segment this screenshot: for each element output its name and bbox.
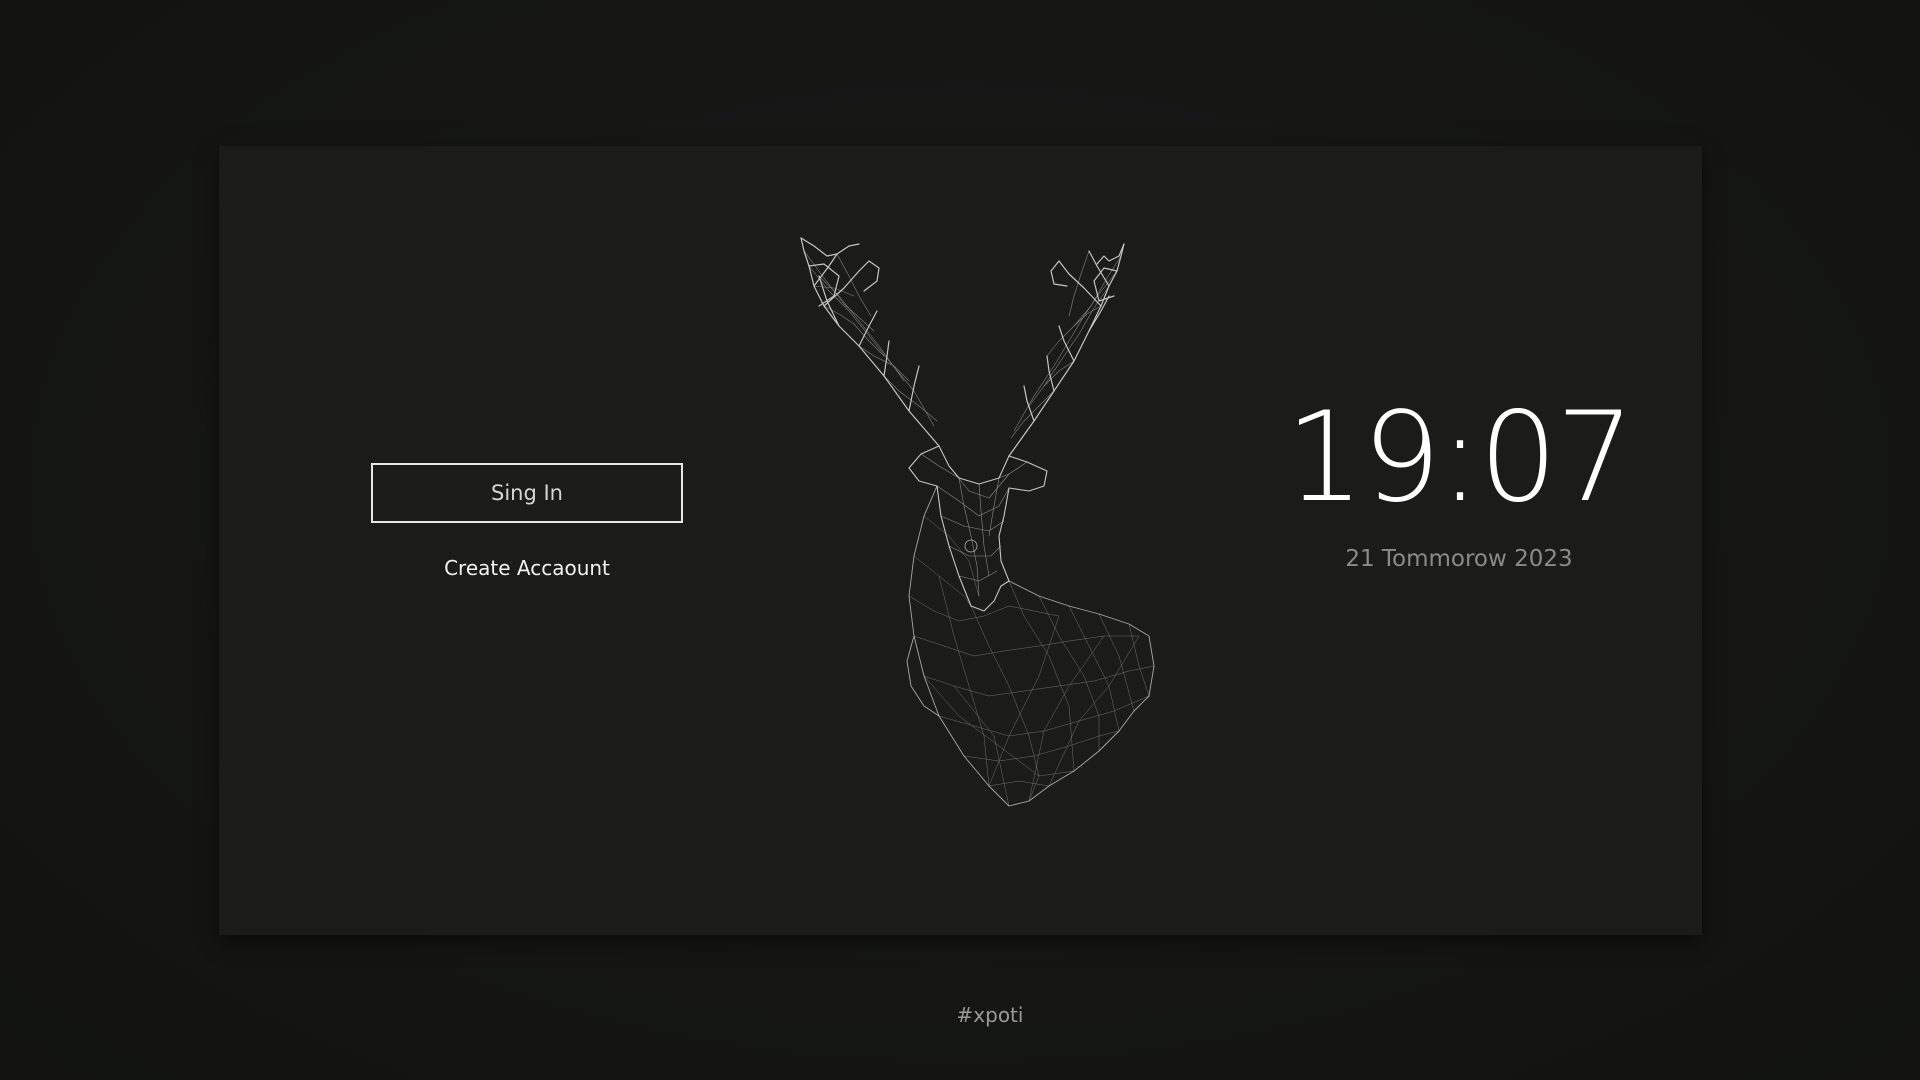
login-card: Sing In Create Accaount 19:07 21 Tommoro… (219, 146, 1702, 935)
clock-time: 19:07 (1285, 386, 1634, 530)
sign-in-button[interactable]: Sing In (371, 463, 683, 523)
deer-head-wireframe-icon (800, 237, 1155, 807)
footer-tag: #xpoti (956, 1003, 1024, 1027)
lock-screen: Sing In Create Accaount 19:07 21 Tommoro… (0, 0, 1920, 1080)
create-account-link[interactable]: Create Accaount (371, 556, 683, 580)
clock-date: 21 Tommorow 2023 (1345, 546, 1573, 572)
